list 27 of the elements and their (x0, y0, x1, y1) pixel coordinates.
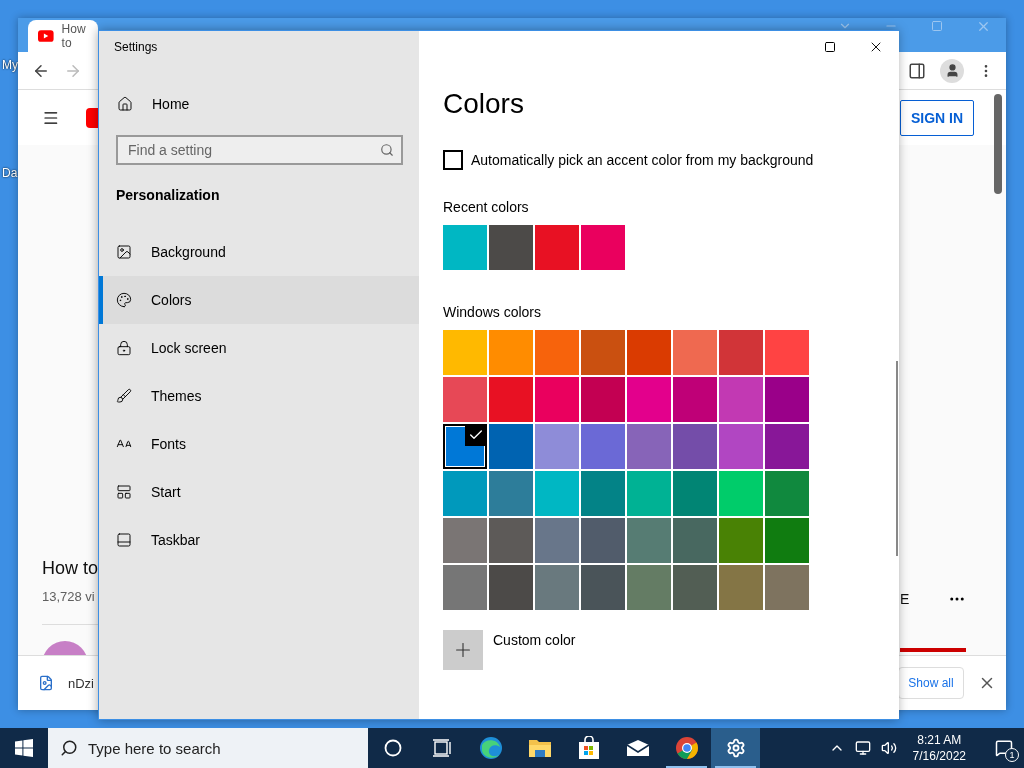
nav-item[interactable]: Start (99, 468, 419, 516)
checkbox-label: Automatically pick an accent color from my background (471, 152, 814, 168)
video-title: How to (42, 558, 98, 579)
nav-item[interactable]: Fonts (99, 420, 419, 468)
nav-item[interactable]: Taskbar (99, 516, 419, 564)
nav-item[interactable]: Colors (99, 276, 419, 324)
windows-colors-label: Windows colors (443, 303, 543, 322)
notification-button[interactable]: 1 (984, 728, 1024, 768)
search-field[interactable]: Find a setting (116, 135, 403, 165)
home-link[interactable]: Home (99, 84, 419, 124)
nav-item[interactable]: Lock screen (99, 324, 419, 372)
window-title: Settings (113, 39, 159, 56)
custom-color-label: Custom color (493, 631, 576, 650)
show-all-button[interactable]: Show all (898, 667, 964, 699)
clock[interactable]: 8:21 AM 7/16/2022 (912, 732, 966, 764)
nav-item[interactable]: Background (99, 228, 419, 276)
section-heading: Personalization (116, 187, 221, 203)
recent-colors-label: Recent colors (443, 198, 530, 217)
sign-in-button[interactable]: SIGN IN (900, 99, 974, 136)
taskbar-search-field[interactable]: Type here to search (48, 728, 368, 768)
nav-item[interactable]: Themes (99, 372, 419, 420)
notification-count: 1 (1005, 748, 1019, 762)
download-name[interactable]: nDzi (68, 675, 94, 691)
page-title: Colors (443, 87, 525, 121)
action-label[interactable]: E (900, 591, 910, 607)
view-count: 13,728 vi (42, 589, 96, 604)
browser-tab[interactable]: How to (28, 20, 98, 52)
